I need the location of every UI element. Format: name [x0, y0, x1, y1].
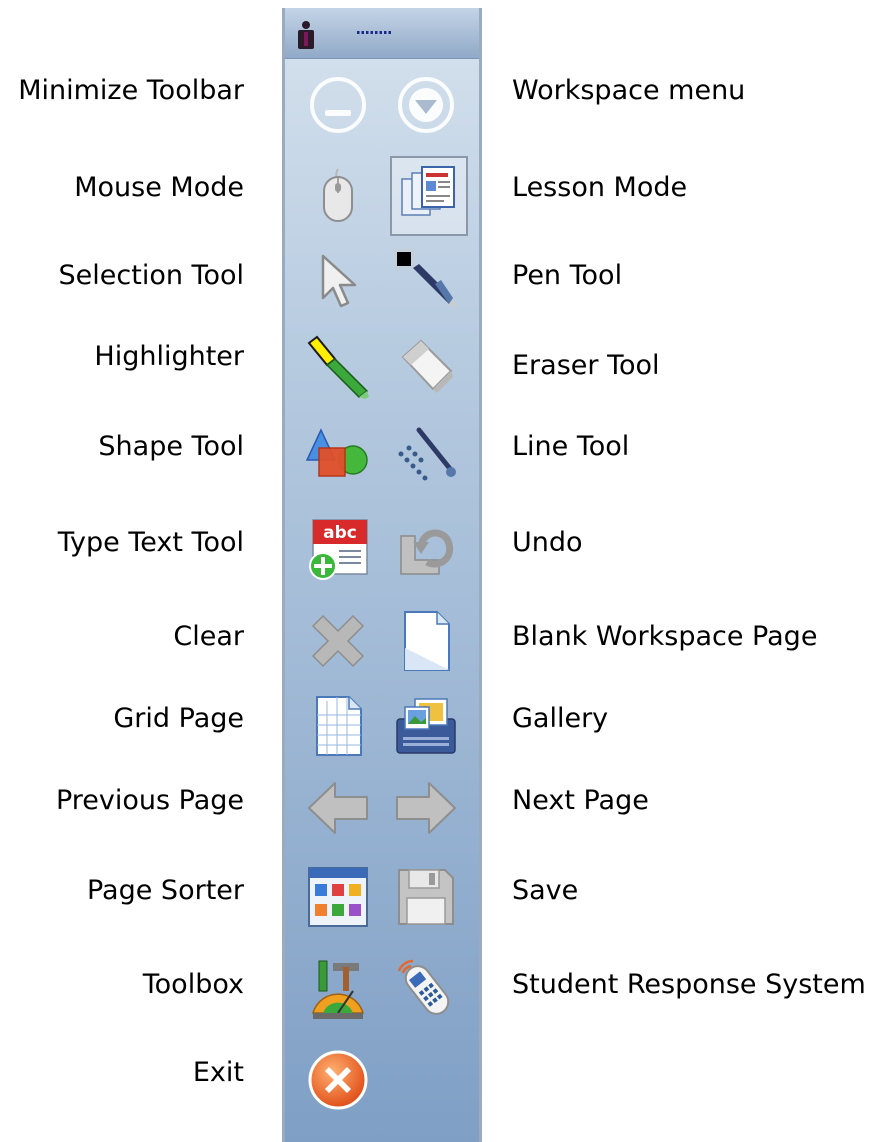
arrow-left-icon [308, 782, 368, 834]
label-eraser-tool: Eraser Tool [512, 350, 660, 381]
label-previous-page: Previous Page [55, 785, 244, 816]
label-save: Save [512, 875, 579, 906]
eraser-tool-button[interactable] [390, 332, 462, 404]
pen-tool-button[interactable] [390, 245, 462, 317]
lesson-mode-button[interactable] [390, 156, 468, 236]
abc-label: abc [323, 523, 357, 543]
line-tool-button[interactable] [390, 421, 462, 493]
toolbox-button[interactable] [302, 954, 374, 1026]
label-grid-page: Grid Page [113, 703, 244, 734]
label-pen-tool: Pen Tool [512, 260, 623, 291]
label-shape-tool: Shape Tool [98, 431, 244, 462]
pen-icon [394, 249, 457, 310]
shape-tool-button[interactable] [302, 421, 374, 493]
grid-page-button[interactable] [302, 690, 374, 762]
eraser-icon [401, 339, 453, 393]
floating-toolbar: abc [282, 8, 482, 1142]
label-next-page: Next Page [512, 785, 649, 816]
drag-grip-icon[interactable] [357, 30, 393, 36]
toolbar-logo-icon [298, 21, 314, 49]
lesson-pages-icon [401, 166, 455, 216]
label-selection-tool: Selection Tool [58, 260, 244, 291]
gallery-icon [396, 698, 456, 754]
mouse-mode-button[interactable] [302, 160, 374, 232]
label-line-tool: Line Tool [512, 431, 630, 462]
previous-page-button[interactable] [302, 772, 374, 844]
label-student-response-system: Student Response System [512, 969, 866, 1000]
gallery-button[interactable] [390, 690, 462, 762]
label-highlighter: Highlighter [94, 341, 244, 372]
label-gallery: Gallery [512, 703, 609, 734]
exit-button[interactable] [302, 1044, 374, 1116]
minimize-icon [310, 77, 366, 133]
label-blank-workspace-page: Blank Workspace Page [512, 621, 818, 652]
selection-tool-button[interactable] [302, 245, 374, 317]
floppy-disk-icon [398, 869, 454, 925]
highlighter-icon [307, 335, 369, 399]
save-button[interactable] [390, 861, 462, 933]
label-page-sorter: Page Sorter [86, 875, 244, 906]
arrow-right-icon [396, 782, 456, 834]
toolbox-icon [312, 960, 364, 1019]
page-sorter-icon [308, 867, 368, 927]
highlighter-button[interactable] [302, 332, 374, 404]
undo-icon [400, 529, 454, 575]
clear-button[interactable] [302, 605, 374, 677]
label-exit: Exit [192, 1057, 244, 1088]
label-mouse-mode: Mouse Mode [74, 172, 244, 203]
grid-page-icon [316, 696, 362, 756]
label-clear: Clear [173, 621, 244, 652]
chevron-down-icon [398, 77, 454, 133]
mouse-icon [323, 168, 353, 222]
label-type-text-tool: Type Text Tool [57, 527, 244, 558]
workspace-menu-button[interactable] [390, 69, 462, 141]
page-sorter-button[interactable] [302, 861, 374, 933]
minimize-toolbar-button[interactable] [302, 69, 374, 141]
label-minimize-toolbar: Minimize Toolbar [18, 75, 244, 106]
text-tool-icon: abc [309, 519, 368, 580]
undo-button[interactable] [390, 513, 462, 585]
label-lesson-mode: Lesson Mode [512, 172, 688, 203]
type-text-tool-button[interactable]: abc [302, 513, 374, 585]
arrow-cursor-icon [321, 254, 357, 308]
clear-x-icon [311, 614, 365, 668]
blank-page-icon [404, 611, 450, 671]
next-page-button[interactable] [390, 772, 462, 844]
label-toolbox: Toolbox [142, 969, 244, 1000]
clicker-remote-icon [397, 959, 450, 1015]
line-icon [398, 427, 456, 481]
exit-icon [308, 1050, 368, 1110]
toolbar-titlebar[interactable] [285, 8, 479, 59]
label-undo: Undo [512, 527, 583, 558]
label-workspace-menu: Workspace menu [512, 75, 746, 106]
student-response-system-button[interactable] [390, 954, 462, 1026]
shapes-icon [305, 428, 368, 477]
blank-workspace-page-button[interactable] [390, 605, 462, 677]
